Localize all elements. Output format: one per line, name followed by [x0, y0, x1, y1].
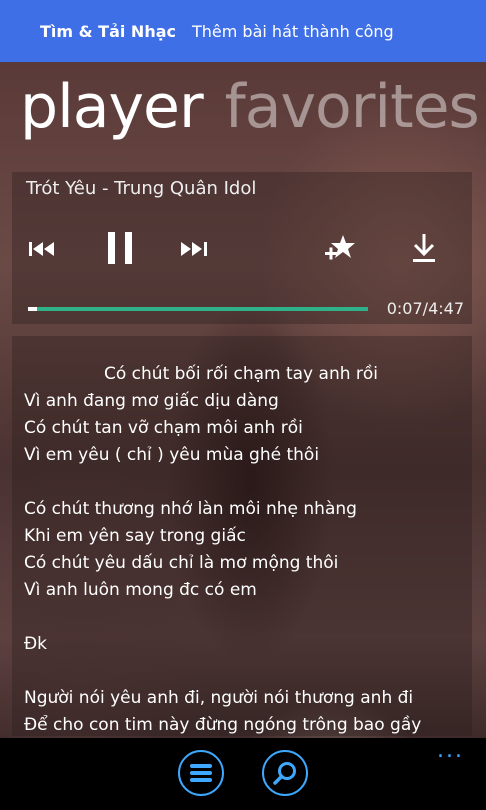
menu-button[interactable] [178, 750, 224, 796]
pivot-item-player[interactable]: player [20, 72, 204, 142]
menu-icon [190, 764, 212, 782]
player-panel: Trót Yêu - Trung Quân Idol 0:07/4:47 [12, 172, 472, 324]
status-message: Thêm bài hát thành công [192, 21, 394, 41]
download-button[interactable] [406, 230, 442, 266]
pause-icon [108, 232, 132, 264]
lyric-line: Vì anh đang mơ giấc dịu dàng [24, 391, 279, 411]
more-options-button[interactable]: ... [437, 738, 464, 763]
progress-fill [28, 307, 37, 311]
lyric-line: Có chút yêu dấu chỉ là mơ mộng thôi [24, 553, 339, 573]
download-icon [413, 234, 435, 262]
lyric-line: Có chút thương nhớ làn môi nhẹ nhàng [24, 499, 357, 519]
song-title: Trót Yêu - Trung Quân Idol [26, 178, 257, 199]
previous-button[interactable] [26, 234, 60, 264]
search-icon [273, 762, 296, 785]
favorite-add-icon [325, 235, 355, 260]
lyrics-panel[interactable]: Có chút bối rối chạm tay anh rồi Vì anh … [12, 336, 472, 736]
status-bar: Tìm & Tải Nhạc Thêm bài hát thành công [0, 0, 486, 62]
lyric-line: Có chút tan vỡ chạm môi anh rồi [24, 418, 303, 438]
next-icon [181, 242, 207, 256]
lyric-line: Khi em yên say trong giấc [24, 526, 246, 546]
pause-button[interactable] [100, 228, 140, 268]
previous-icon [29, 242, 54, 256]
lyric-line: Đk [24, 634, 48, 654]
lyric-line: Người nói yêu anh đi, người nói thương a… [24, 688, 414, 708]
pivot-item-favorites[interactable]: favorites [225, 72, 480, 142]
elapsed-time: 0:07 [386, 299, 423, 318]
next-button[interactable] [176, 234, 210, 264]
app-name: Tìm & Tải Nhạc [40, 21, 176, 41]
total-time: /4:47 [422, 299, 464, 318]
lyric-line: Vì anh luôn mong đc có em [24, 580, 257, 600]
search-button[interactable] [262, 750, 308, 796]
pivot-header: player favorites [20, 72, 480, 142]
app-bar: ... [0, 738, 486, 810]
lyric-line: Vì em yêu ( chỉ ) yêu mùa ghé thôi [24, 445, 320, 465]
lyric-line: Có chút bối rối chạm tay anh rồi [104, 364, 379, 384]
add-favorite-button[interactable] [322, 230, 358, 266]
lyric-line: Để cho con tim này đừng ngóng trông bao … [24, 715, 422, 735]
time-readout: 0:07/4:47 [387, 299, 464, 318]
progress-bar[interactable] [28, 307, 368, 311]
